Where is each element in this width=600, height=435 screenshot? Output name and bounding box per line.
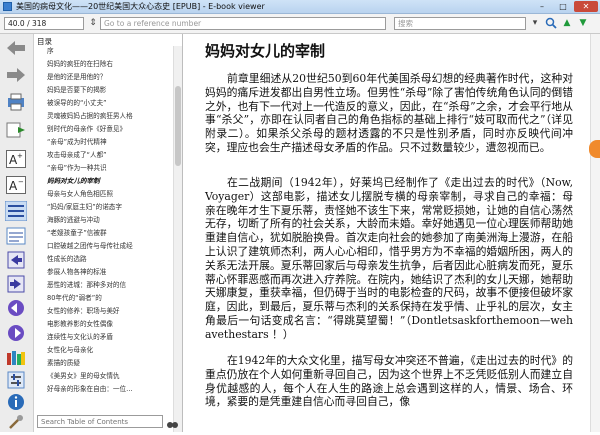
title-bar: 美国的病母文化——20世纪美国大众心态史 [EPUB] - E-book vie… — [0, 0, 600, 14]
spin-icon[interactable]: ⇕ — [86, 17, 100, 30]
toc-item[interactable]: 连续性与文化认的矛盾 — [47, 332, 113, 343]
book-content: 妈妈对女儿的宰制 前章里细述从20世纪50到60年代美国杀母幻想的经典著作时代，… — [183, 34, 590, 432]
toc-item[interactable]: “亲母”作为一种共识 — [47, 163, 107, 174]
preferences-icon[interactable] — [5, 370, 27, 390]
find-next-icon[interactable]: ▼ — [576, 17, 590, 30]
toc-item[interactable]: 性成长的选路 — [47, 254, 87, 265]
toc-item[interactable]: 恶性的进城：那种多对的信 — [47, 280, 126, 291]
toc-item[interactable]: 80年代的“弱者”的 — [47, 293, 102, 304]
toc-item[interactable]: 好母亲的形象在自由：一位… — [47, 384, 133, 395]
print-icon[interactable] — [5, 92, 27, 112]
toc-scrollbar-thumb[interactable] — [175, 86, 181, 166]
paragraph: 在1942年的大众文化里，描写母女冲突还不普遍，《走出过去的时代》的重点仍放在个… — [205, 354, 573, 409]
toc-item[interactable]: 口腔破越之团传与母传社成经 — [47, 241, 133, 252]
library-icon[interactable] — [5, 347, 27, 367]
svg-text:+: + — [17, 152, 23, 160]
find-previous-icon[interactable]: ▲ — [560, 17, 574, 30]
toc-item-current[interactable]: 妈妈对女儿的宰制 — [47, 176, 100, 187]
toc-item[interactable]: 参展人物各神的标准 — [47, 267, 106, 278]
reference-input[interactable] — [100, 17, 386, 30]
svg-text:A: A — [9, 179, 18, 193]
info-icon[interactable] — [5, 392, 27, 412]
font-smaller-icon[interactable]: A − — [5, 175, 27, 195]
toc-item[interactable]: 序 — [47, 46, 54, 57]
search-dropdown-icon[interactable]: ▾ — [528, 17, 542, 30]
search-icon[interactable] — [544, 17, 558, 30]
next-section-icon[interactable] — [5, 323, 27, 343]
paragraph: 前章里细述从20世纪50到60年代美国杀母幻想的经典著作时代，这种对妈妈的痛斥迸… — [205, 72, 573, 154]
toc-item[interactable]: 别时代的母亲作《好意见》 — [47, 124, 126, 135]
toc-item[interactable]: 海豚的逃避与冲动 — [47, 215, 100, 226]
bookmark-icon[interactable] — [5, 120, 27, 140]
toc-search-input[interactable] — [37, 415, 163, 428]
toc-search-icon[interactable] — [166, 416, 178, 428]
toc-item[interactable]: 素描的质疑 — [47, 358, 80, 369]
toc-item[interactable]: 被误导的的“小丈夫” — [47, 98, 107, 109]
font-larger-icon[interactable]: A + — [5, 149, 27, 169]
previous-page-icon[interactable] — [5, 250, 27, 270]
toc-item[interactable]: 妈妈的疯狂的在扫除右 — [47, 59, 113, 70]
next-page-icon[interactable] — [5, 274, 27, 294]
toc-item[interactable]: 攻击母亲成了“人都” — [47, 150, 107, 161]
toc-panel: 目录 序 妈妈的疯狂的在扫除右 是他的还是用他的？ 妈妈是否要下的揭影 被误导的… — [34, 34, 183, 432]
window-title: 美国的病母文化——20世纪美国大众心态史 [EPUB] - E-book vie… — [16, 2, 265, 11]
reference-mode-icon[interactable] — [5, 226, 27, 246]
toc-item[interactable]: “亲母”成为时代精神 — [47, 137, 107, 148]
svg-text:−: − — [18, 178, 24, 186]
toc-item[interactable]: 是他的还是用他的？ — [47, 72, 106, 83]
search-input[interactable] — [394, 17, 526, 30]
toc-item[interactable]: 女性化与母亲化 — [47, 345, 93, 356]
toc-item[interactable]: 母亲与女人角色相匹照 — [47, 189, 113, 200]
toc-item[interactable]: 灵魂被妈妈占据的疯狂男人格 — [47, 111, 133, 122]
forward-icon[interactable] — [5, 65, 27, 85]
toc-item[interactable]: 妈妈是否要下的揭影 — [47, 85, 106, 96]
toc-item[interactable]: 女性的修养：职场与美好 — [47, 306, 120, 317]
minimize-button[interactable]: – — [532, 1, 552, 12]
toc-item[interactable]: 《美男女》里的母女情仇 — [47, 371, 120, 382]
toc-scrollbar[interactable] — [173, 46, 182, 432]
app-icon — [3, 2, 12, 11]
toolbar: ⇕ ▾ ▲ ▼ — [0, 14, 600, 34]
chapter-title: 妈妈对女儿的宰制 — [205, 42, 326, 60]
maximize-button[interactable]: □ — [553, 1, 573, 12]
toc-toggle-icon[interactable] — [5, 201, 27, 221]
position-input[interactable] — [4, 17, 84, 30]
side-tab-icon[interactable] — [589, 140, 600, 158]
tools-icon[interactable] — [5, 412, 27, 432]
toc-item[interactable]: “老嫂孩童子”信被群 — [47, 228, 107, 239]
close-button[interactable]: ✕ — [574, 1, 598, 12]
content-scrollbar[interactable] — [590, 34, 600, 432]
paragraph: 在二战期间（1942年），好莱坞已经制作了《走出过去的时代》（Now, Voya… — [205, 176, 573, 341]
toc-item[interactable]: 电影教养影的女性偶像 — [47, 319, 113, 330]
left-toolbar: A + A − — [0, 34, 34, 432]
back-icon[interactable] — [5, 38, 27, 58]
previous-section-icon[interactable] — [5, 298, 27, 318]
toc-item[interactable]: “妈妈/家庭主妇”的诺态字 — [47, 202, 122, 213]
